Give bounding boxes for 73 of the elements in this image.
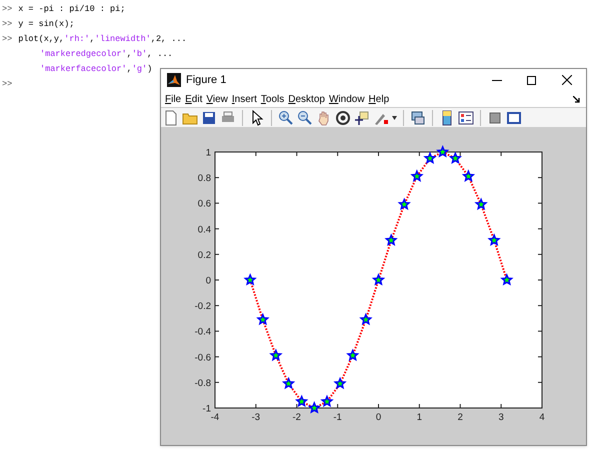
- x-tick-label: -4: [210, 412, 220, 423]
- code-line: x = -pi : pi/10 : pi;: [18, 3, 126, 16]
- star-marker: [488, 233, 501, 246]
- zoom-in-icon[interactable]: [278, 110, 294, 126]
- command-prompt: >>: [2, 3, 12, 16]
- y-tick-label: 0.4: [198, 224, 211, 236]
- star-marker: [410, 169, 424, 182]
- caret-icon[interactable]: [392, 116, 397, 120]
- y-tick-label: -0.6: [194, 352, 211, 364]
- y-tick-label: -0.8: [194, 378, 211, 389]
- y-tick-label: -0.4: [194, 326, 211, 338]
- code-line: y = sin(x);: [18, 18, 74, 31]
- star-marker: [333, 376, 347, 390]
- x-tick-label: 4: [539, 412, 545, 423]
- y-tick-label: 0: [206, 276, 211, 286]
- star-marker: [282, 376, 296, 390]
- menu-item[interactable]: Edit: [183, 92, 204, 106]
- menu-item[interactable]: File: [163, 92, 184, 106]
- close-icon: [562, 75, 572, 85]
- x-tick-label: 1: [416, 412, 422, 423]
- x-tick-label: 0: [376, 412, 382, 423]
- y-tick-label: 1: [206, 148, 211, 158]
- code-line: 'markerfacecolor','g'): [40, 63, 152, 76]
- x-tick-label: -1: [333, 412, 342, 423]
- star-marker: [384, 233, 398, 246]
- y-tick-label: 0.6: [198, 198, 211, 210]
- command-prompt: >>: [2, 78, 12, 91]
- menu-item[interactable]: Insert: [230, 92, 259, 106]
- x-tick-label: -2: [292, 412, 301, 423]
- star-marker: [244, 273, 257, 286]
- legend-icon[interactable]: [458, 110, 474, 126]
- new-file-icon[interactable]: [163, 110, 179, 126]
- star-marker: [462, 169, 476, 182]
- command-prompt: >>: [2, 18, 12, 31]
- x-tick-label: 3: [498, 412, 504, 423]
- star-marker: [346, 348, 360, 362]
- star-marker: [320, 394, 334, 408]
- data-cursor-icon[interactable]: [354, 110, 370, 126]
- star-marker: [295, 394, 308, 408]
- menu-item[interactable]: Desktop: [286, 92, 327, 106]
- x-tick-label: -3: [252, 412, 260, 423]
- menu-item[interactable]: View: [204, 92, 230, 106]
- window-title: Figure 1: [186, 72, 226, 88]
- star-marker: [448, 151, 462, 164]
- save-icon[interactable]: [201, 110, 217, 126]
- code-line: 'markeredgecolor','b', ...: [40, 48, 173, 61]
- y-tick-label: -0.2: [194, 301, 211, 312]
- star-marker: [308, 401, 321, 414]
- zoom-out-icon[interactable]: [297, 110, 313, 126]
- code-line: plot(x,y,'rh:','linewidth',2, ...: [18, 33, 187, 46]
- y-tick-label: -1: [202, 404, 211, 414]
- menu-item[interactable]: Window: [326, 92, 367, 106]
- star-marker: [436, 145, 450, 158]
- star-marker: [269, 348, 283, 362]
- square-icon[interactable]: [487, 110, 503, 126]
- star-marker: [474, 198, 488, 210]
- dock-arrow-icon[interactable]: [573, 96, 580, 102]
- y-tick-label: 0.2: [198, 250, 211, 261]
- menu-item[interactable]: Help: [366, 92, 392, 106]
- star-marker: [359, 312, 372, 326]
- menu-item[interactable]: Tools: [258, 92, 286, 106]
- command-prompt: >>: [2, 33, 12, 46]
- rotate-icon[interactable]: [335, 110, 351, 126]
- x-tick-label: 2: [458, 412, 463, 423]
- app-logo-icon: [167, 73, 181, 87]
- star-marker: [423, 151, 437, 164]
- star-marker: [500, 273, 514, 286]
- link-icon[interactable]: [410, 110, 426, 126]
- window-icon[interactable]: [506, 110, 522, 126]
- star-marker: [256, 312, 270, 326]
- star-marker: [372, 273, 386, 286]
- y-tick-label: 0.8: [198, 173, 211, 184]
- star-marker: [398, 198, 411, 210]
